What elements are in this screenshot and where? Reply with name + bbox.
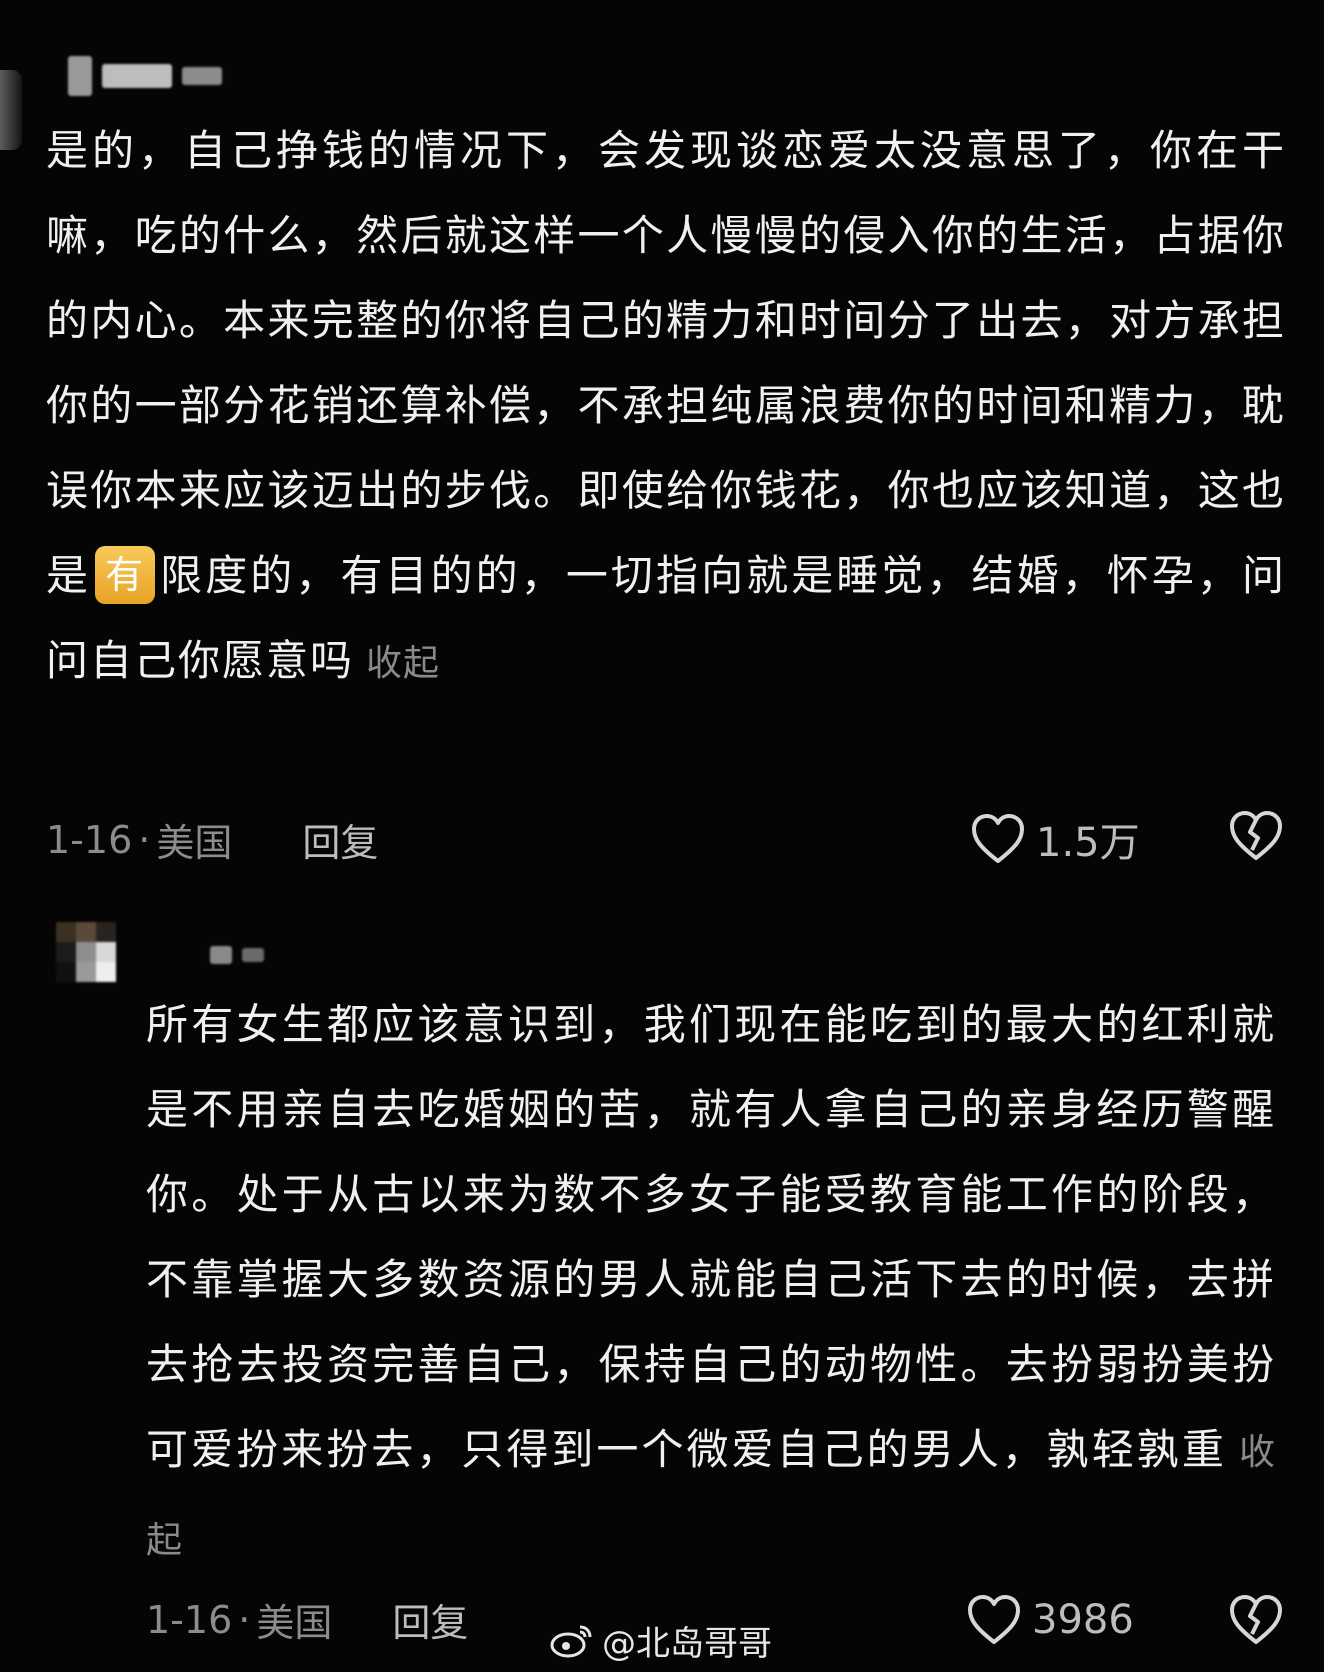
- comment-1-text-after: 限度的，有目的的，一切指向就是睡觉，结婚，怀孕，问问自己你愿意吗: [46, 551, 1286, 685]
- blurred-block: [182, 67, 222, 85]
- broken-heart-icon: [1230, 811, 1282, 860]
- comment-2-location: 美国: [256, 1601, 333, 1645]
- comment-2-username-blurred[interactable]: [210, 946, 264, 964]
- meta-separator: ·: [138, 817, 151, 862]
- comment-1-username-blurred[interactable]: [68, 56, 222, 96]
- comment-1-date: 1-16: [46, 817, 133, 862]
- blurred-block: [210, 946, 232, 964]
- comment-2-date: 1-16: [146, 1597, 233, 1642]
- comment-1-text-before: 是的，自己挣钱的情况下，会发现谈恋爱太没意思了，你在干嘛，吃的什么，然后就这样一…: [46, 126, 1286, 600]
- comment-1-collapse-link[interactable]: 收起: [366, 643, 440, 684]
- watermark-text: @北岛哥哥: [602, 1624, 772, 1664]
- comment-2-like-count: 3986: [1032, 1597, 1134, 1643]
- comment-2-dislike-button[interactable]: [1228, 1594, 1284, 1650]
- left-edge-artifact: [0, 70, 22, 150]
- comment-2-reply-button[interactable]: 回复: [392, 1592, 468, 1647]
- comment-2-like-button[interactable]: 3986: [966, 1594, 1134, 1646]
- comment-1-like-count: 1.5万: [1036, 820, 1140, 866]
- comment-2-text-body: 所有女生都应该意识到，我们现在能吃到的最大的红利就是不用亲自去吃婚姻的苦，就有人…: [146, 1000, 1276, 1474]
- you-emoji-icon: 有: [95, 545, 156, 604]
- comment-1-like-button[interactable]: 1.5万: [970, 810, 1140, 868]
- comment-2-avatar-blurred[interactable]: [56, 922, 116, 982]
- broken-heart-icon: [1230, 1595, 1282, 1644]
- comment-2-meta: 1-16 · 美国 回复: [146, 1592, 468, 1647]
- blurred-block: [68, 56, 92, 96]
- comment-2-text: 所有女生都应该意识到，我们现在能吃到的最大的红利就是不用亲自去吃婚姻的苦，就有人…: [146, 982, 1276, 1583]
- heart-icon: [968, 1595, 1020, 1644]
- weibo-icon: [550, 1625, 592, 1657]
- comment-1-reply-button[interactable]: 回复: [302, 812, 378, 867]
- comment-1-dislike-button[interactable]: [1228, 810, 1284, 866]
- meta-separator: ·: [238, 1597, 251, 1642]
- screenshot-frame: 是的，自己挣钱的情况下，会发现谈恋爱太没意思了，你在干嘛，吃的什么，然后就这样一…: [0, 0, 1324, 1672]
- comment-1-meta: 1-16 · 美国 回复: [46, 812, 378, 867]
- comment-1-location: 美国: [156, 821, 233, 865]
- heart-icon: [972, 814, 1024, 863]
- weibo-watermark: @北岛哥哥: [550, 1616, 772, 1665]
- comment-1-text: 是的，自己挣钱的情况下，会发现谈恋爱太没意思了，你在干嘛，吃的什么，然后就这样一…: [46, 108, 1286, 706]
- blurred-block: [102, 64, 172, 88]
- blurred-block: [242, 948, 264, 962]
